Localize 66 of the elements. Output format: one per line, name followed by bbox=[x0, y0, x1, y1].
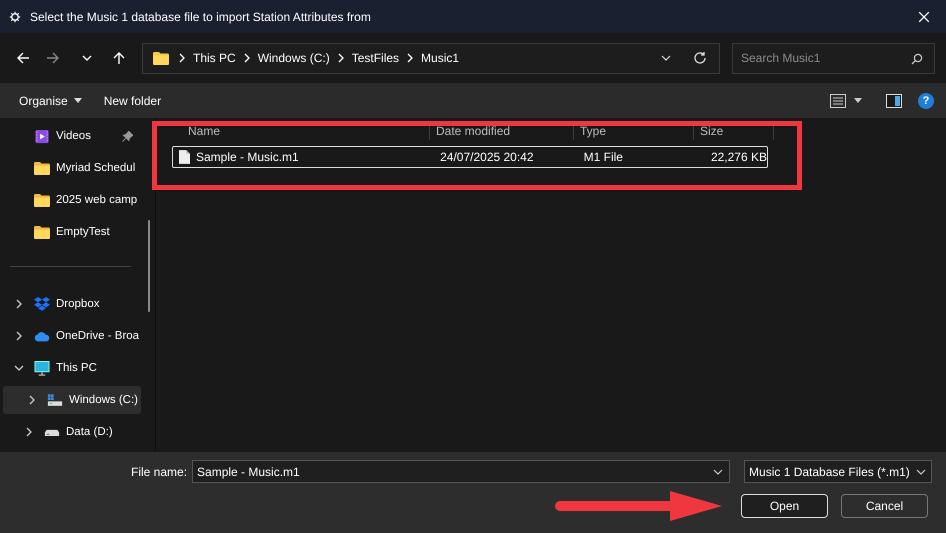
file-type-dropdown[interactable]: Music 1 Database Files (*.m1) bbox=[744, 460, 932, 483]
sidebar-item[interactable]: Videos bbox=[0, 122, 141, 150]
table-cell-text: M1 File bbox=[582, 150, 624, 164]
column-header[interactable]: Type bbox=[574, 122, 694, 140]
sidebar-item[interactable]: Windows (C:) bbox=[3, 386, 141, 414]
monitor-icon bbox=[34, 360, 50, 376]
window-title: Select the Music 1 database file to import Station Attributes from bbox=[30, 10, 371, 24]
up-icon[interactable] bbox=[112, 51, 126, 65]
caret-icon bbox=[74, 98, 82, 103]
search-field[interactable]: Search Music1 bbox=[732, 42, 935, 74]
sidebar-item[interactable]: Data (D:) bbox=[0, 418, 141, 446]
breadcrumb-item[interactable]: TestFiles bbox=[352, 51, 400, 65]
video-icon bbox=[34, 128, 50, 144]
view-list-icon[interactable] bbox=[830, 94, 846, 108]
sidebar-item[interactable]: 2025 web camp bbox=[0, 186, 141, 214]
chevron-down-icon[interactable] bbox=[661, 55, 671, 61]
table-cell-text: 22,276 KB bbox=[710, 150, 767, 164]
folder-icon bbox=[34, 224, 50, 240]
scrollbar-thumb[interactable] bbox=[148, 220, 150, 312]
chevron-right-icon bbox=[407, 53, 414, 63]
chevron-down-icon bbox=[713, 469, 724, 475]
breadcrumb-item[interactable]: Windows (C:) bbox=[258, 51, 330, 65]
folder-icon bbox=[34, 192, 50, 208]
column-header[interactable]: Date modified bbox=[430, 122, 574, 140]
folder-icon bbox=[34, 160, 50, 176]
chevron-down-icon[interactable] bbox=[14, 363, 24, 373]
chevron-right-icon[interactable] bbox=[14, 331, 24, 341]
drive-icon bbox=[47, 392, 63, 408]
chevron-right-icon bbox=[179, 53, 185, 63]
chevron-right-icon bbox=[338, 53, 344, 63]
search-icon bbox=[911, 52, 923, 64]
sidebar-item[interactable]: Dropbox bbox=[0, 290, 141, 318]
file-icon bbox=[179, 150, 190, 164]
dropbox-icon bbox=[34, 296, 50, 312]
chevron-right-icon[interactable] bbox=[14, 299, 24, 309]
column-header[interactable]: Size bbox=[694, 122, 774, 140]
chevron-right-icon[interactable] bbox=[24, 427, 34, 437]
file-row[interactable]: Sample - Music.m1 24/07/2025 20:42 M1 File 22,276 KB bbox=[172, 146, 768, 168]
sidebar-item[interactable]: EmptyTest bbox=[0, 218, 141, 246]
file-name-label: File name: bbox=[131, 464, 188, 478]
app-icon bbox=[9, 10, 21, 22]
caret-icon[interactable] bbox=[854, 98, 862, 103]
sidebar-item[interactable]: This PC bbox=[0, 354, 141, 382]
preview-pane-icon[interactable] bbox=[886, 94, 902, 108]
back-icon[interactable] bbox=[16, 51, 30, 65]
breadcrumb-item[interactable]: This PC bbox=[193, 51, 236, 65]
column-header[interactable]: Name bbox=[172, 122, 430, 140]
file-name: Sample - Music.m1 bbox=[196, 150, 299, 164]
chevron-down-icon bbox=[916, 468, 926, 474]
help-button[interactable]: ? bbox=[918, 92, 934, 108]
sidebar-item[interactable]: Myriad Schedul bbox=[0, 154, 141, 182]
cancel-button[interactable]: Cancel bbox=[841, 494, 928, 518]
sidebar-item[interactable]: OneDrive - Broa bbox=[0, 322, 141, 350]
chevron-right-icon bbox=[244, 53, 250, 63]
address-bar[interactable]: This PC Windows (C:) TestFiles Music1 bbox=[142, 42, 720, 74]
file-name-field[interactable]: Sample - Music.m1 bbox=[192, 460, 730, 483]
table-cell-text: 24/07/2025 20:42 bbox=[439, 150, 535, 164]
forward-icon[interactable] bbox=[46, 51, 60, 65]
refresh-icon[interactable] bbox=[693, 51, 707, 65]
folder-icon bbox=[153, 52, 169, 64]
new-folder-button[interactable]: New folder bbox=[92, 90, 172, 112]
open-button[interactable]: Open bbox=[741, 494, 828, 518]
chevron-right-icon[interactable] bbox=[27, 395, 37, 405]
close-icon bbox=[918, 10, 930, 22]
breadcrumb-item[interactable]: Music1 bbox=[421, 51, 460, 65]
organise-button[interactable]: Organise bbox=[8, 90, 93, 112]
